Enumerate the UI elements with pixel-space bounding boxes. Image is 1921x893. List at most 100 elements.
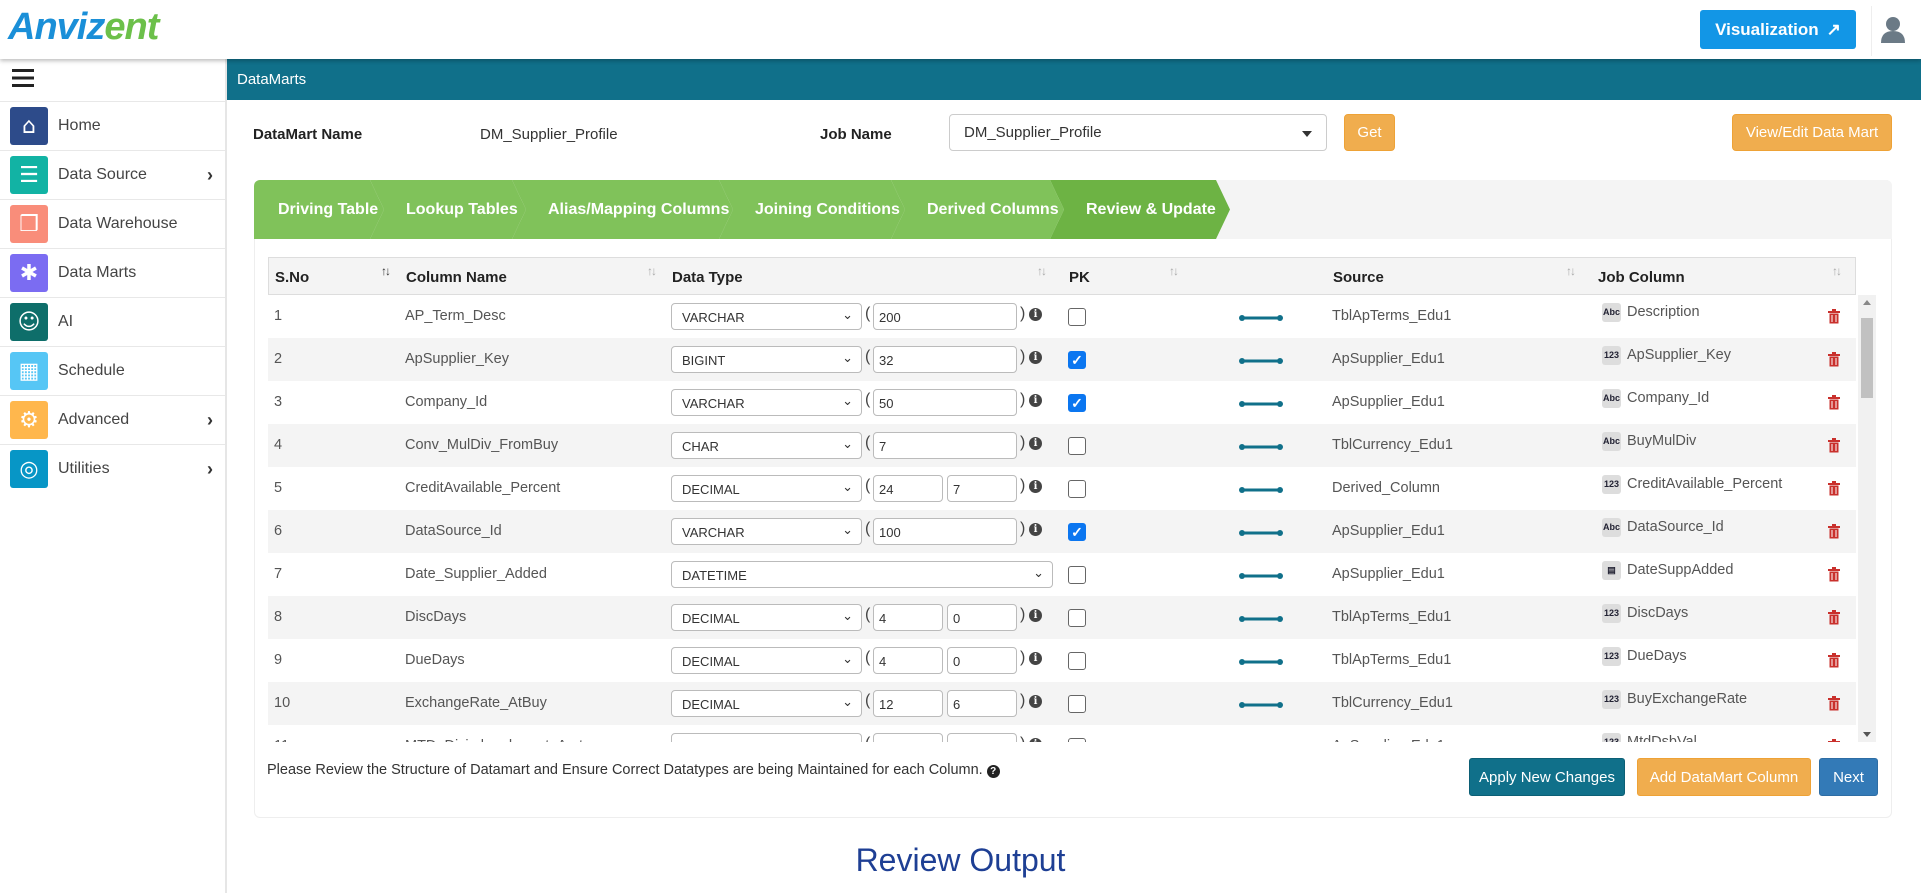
precision-input[interactable]: 4 bbox=[873, 647, 943, 674]
scroll-down-icon[interactable] bbox=[1863, 732, 1871, 737]
header-data-type[interactable]: Data Type bbox=[672, 269, 743, 286]
info-icon[interactable]: i bbox=[1029, 738, 1042, 742]
sidebar-item-data-marts[interactable]: ✱ Data Marts bbox=[0, 248, 225, 297]
scroll-up-icon[interactable] bbox=[1863, 300, 1871, 305]
sidebar-item-data-source[interactable]: ☰ Data Source › bbox=[0, 150, 225, 199]
sidebar-item-home[interactable]: ⌂ Home bbox=[0, 101, 225, 150]
sidebar-item-data-warehouse[interactable]: ❒ Data Warehouse bbox=[0, 199, 225, 248]
sort-icon[interactable]: ↑↓ bbox=[1566, 264, 1576, 278]
header-sno[interactable]: S.No bbox=[275, 269, 309, 286]
data-type-select[interactable]: VARCHAR ⌄ bbox=[671, 303, 862, 330]
info-icon[interactable]: i bbox=[1029, 437, 1042, 450]
pk-checkbox[interactable] bbox=[1068, 437, 1086, 455]
visualization-button[interactable]: Visualization ↗ bbox=[1700, 10, 1856, 49]
scale-input[interactable]: 2 bbox=[947, 733, 1017, 742]
tab-derived-columns[interactable]: Derived Columns bbox=[891, 180, 1064, 239]
help-icon[interactable]: ? bbox=[986, 765, 1000, 778]
pk-checkbox[interactable] bbox=[1068, 480, 1086, 498]
info-icon[interactable]: i bbox=[1029, 351, 1042, 364]
data-type-select[interactable]: DECIMAL ⌄ bbox=[671, 690, 862, 717]
precision-input[interactable]: 12 bbox=[873, 690, 943, 717]
data-type-select[interactable]: VARCHAR ⌄ bbox=[671, 389, 862, 416]
info-icon[interactable]: i bbox=[1029, 652, 1042, 665]
pk-checkbox[interactable] bbox=[1068, 566, 1086, 584]
trash-icon[interactable] bbox=[1828, 610, 1840, 625]
data-type-select[interactable]: DECIMAL ⌄ bbox=[671, 604, 862, 631]
next-button[interactable]: Next bbox=[1819, 758, 1878, 796]
sidebar-item-advanced[interactable]: ⚙ Advanced › bbox=[0, 395, 225, 444]
data-type-select[interactable]: VARCHAR ⌄ bbox=[671, 518, 862, 545]
pk-checkbox[interactable] bbox=[1068, 609, 1086, 627]
data-type-select[interactable]: CHAR ⌄ bbox=[671, 432, 862, 459]
length-input[interactable]: 200 bbox=[873, 303, 1017, 330]
header-pk[interactable]: PK bbox=[1069, 269, 1090, 286]
view-edit-datamart-button[interactable]: View/Edit Data Mart bbox=[1732, 114, 1892, 151]
hamburger-menu-icon[interactable] bbox=[12, 69, 34, 87]
pk-checkbox[interactable] bbox=[1068, 738, 1086, 742]
pk-checkbox[interactable]: ✓ bbox=[1068, 523, 1086, 541]
data-type-select[interactable]: BIGINT ⌄ bbox=[671, 346, 862, 373]
info-icon[interactable]: i bbox=[1029, 695, 1042, 708]
sort-icon[interactable]: ↑↓ bbox=[647, 264, 657, 278]
pk-checkbox[interactable]: ✓ bbox=[1068, 351, 1086, 369]
scale-input[interactable]: 6 bbox=[947, 690, 1017, 717]
scale-input[interactable]: 0 bbox=[947, 604, 1017, 631]
precision-input[interactable]: 24 bbox=[873, 475, 943, 502]
sidebar-item-label: Data Warehouse bbox=[58, 215, 178, 232]
anvizent-logo[interactable]: Anvizent bbox=[8, 6, 159, 49]
precision-input[interactable]: 4 bbox=[873, 604, 943, 631]
apply-new-changes-button[interactable]: Apply New Changes bbox=[1469, 758, 1625, 796]
length-input[interactable]: 7 bbox=[873, 432, 1017, 459]
data-type-select[interactable]: DECIMAL ⌄ bbox=[671, 647, 862, 674]
scale-input[interactable]: 7 bbox=[947, 475, 1017, 502]
sort-icon[interactable]: ↑↓ bbox=[1832, 264, 1842, 278]
tab-lookup-tables[interactable]: Lookup Tables bbox=[370, 180, 526, 239]
trash-icon[interactable] bbox=[1828, 438, 1840, 453]
add-datamart-column-button[interactable]: Add DataMart Column bbox=[1637, 758, 1811, 796]
trash-icon[interactable] bbox=[1828, 696, 1840, 711]
tab-alias-mapping-columns[interactable]: Alias/Mapping Columns bbox=[512, 180, 733, 239]
pk-checkbox[interactable] bbox=[1068, 652, 1086, 670]
job-name-select[interactable]: DM_Supplier_Profile bbox=[949, 114, 1327, 151]
info-icon[interactable]: i bbox=[1029, 523, 1042, 536]
trash-icon[interactable] bbox=[1828, 309, 1840, 324]
sidebar-item-utilities[interactable]: ◎ Utilities › bbox=[0, 444, 225, 493]
scale-input[interactable]: 0 bbox=[947, 647, 1017, 674]
info-icon[interactable]: i bbox=[1029, 308, 1042, 321]
data-type-select[interactable]: DECIMAL ⌄ bbox=[671, 475, 862, 502]
user-icon[interactable] bbox=[1880, 16, 1906, 44]
length-input[interactable]: 50 bbox=[873, 389, 1017, 416]
sort-icon[interactable]: ↑↓ bbox=[1037, 264, 1047, 278]
data-type-select[interactable]: DATETIME ⌄ bbox=[671, 561, 1053, 588]
tab-joining-conditions[interactable]: Joining Conditions bbox=[719, 180, 905, 239]
sort-icon[interactable]: ↑↓ bbox=[1169, 264, 1179, 278]
header-source[interactable]: Source bbox=[1333, 269, 1384, 286]
info-icon[interactable]: i bbox=[1029, 394, 1042, 407]
sort-asc-icon[interactable]: ↑↓ bbox=[381, 264, 391, 278]
trash-icon[interactable] bbox=[1828, 352, 1840, 367]
get-button[interactable]: Get bbox=[1344, 114, 1395, 151]
header-job-column[interactable]: Job Column bbox=[1598, 269, 1685, 286]
length-input[interactable]: 100 bbox=[873, 518, 1017, 545]
trash-icon[interactable] bbox=[1828, 653, 1840, 668]
pk-checkbox[interactable] bbox=[1068, 695, 1086, 713]
sidebar-item-schedule[interactable]: ▦ Schedule bbox=[0, 346, 225, 395]
tab-review-update[interactable]: Review & Update bbox=[1050, 180, 1230, 239]
data-type-select[interactable]: DECIMAL ⌄ bbox=[671, 733, 862, 742]
trash-icon[interactable] bbox=[1828, 481, 1840, 496]
trash-icon[interactable] bbox=[1828, 567, 1840, 582]
chevron-right-icon: › bbox=[207, 164, 213, 185]
pk-checkbox[interactable] bbox=[1068, 308, 1086, 326]
length-input[interactable]: 32 bbox=[873, 346, 1017, 373]
trash-icon[interactable] bbox=[1828, 524, 1840, 539]
info-icon[interactable]: i bbox=[1029, 480, 1042, 493]
scrollbar-thumb[interactable] bbox=[1861, 318, 1873, 398]
pk-checkbox[interactable]: ✓ bbox=[1068, 394, 1086, 412]
tab-driving-table[interactable]: Driving Table bbox=[254, 180, 384, 239]
info-icon[interactable]: i bbox=[1029, 609, 1042, 622]
header-column-name[interactable]: Column Name bbox=[406, 269, 507, 286]
precision-input[interactable]: 14 bbox=[873, 733, 943, 742]
trash-icon[interactable] bbox=[1828, 395, 1840, 410]
sidebar-item-ai[interactable]: ☺ AI bbox=[0, 297, 225, 346]
trash-icon[interactable] bbox=[1828, 739, 1840, 742]
